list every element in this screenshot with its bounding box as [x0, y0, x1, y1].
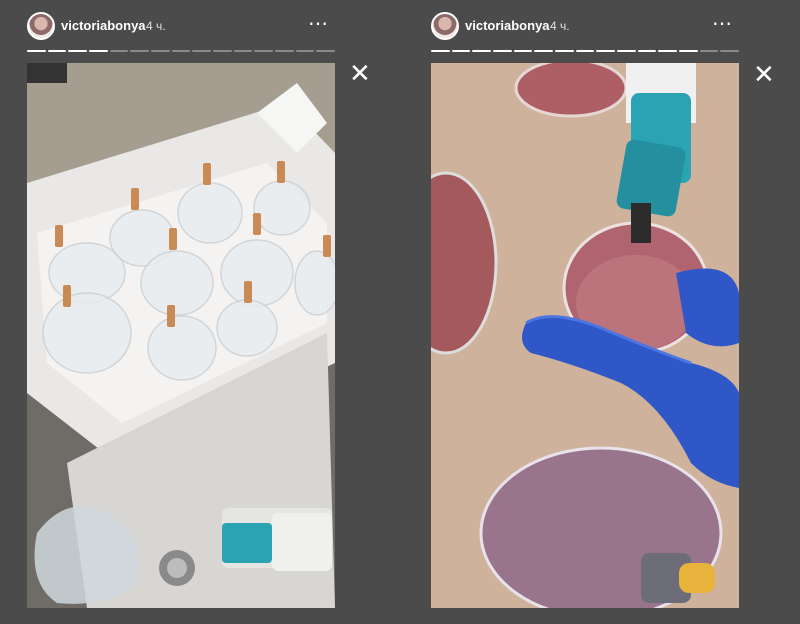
post-time: 4 ч.: [550, 19, 570, 33]
close-icon[interactable]: ✕: [753, 61, 775, 87]
story-progress-bar: [27, 50, 336, 52]
close-icon[interactable]: ✕: [349, 60, 371, 86]
cupping-cups-box-image: [27, 63, 335, 608]
post-time: 4 ч.: [146, 19, 166, 33]
story-media-photo[interactable]: [27, 63, 335, 608]
story-header: victoriabonya 4 ч. ⋯: [431, 12, 739, 42]
more-options-icon[interactable]: ⋯: [712, 14, 733, 34]
story-left: victoriabonya 4 ч. ⋯: [27, 0, 336, 624]
avatar[interactable]: [27, 12, 55, 40]
username[interactable]: victoriabonya: [61, 18, 146, 33]
story-progress-bar: [431, 50, 740, 52]
avatar[interactable]: [431, 12, 459, 40]
more-options-icon[interactable]: ⋯: [308, 14, 329, 34]
username[interactable]: victoriabonya: [465, 18, 550, 33]
story-media-photo[interactable]: [431, 63, 739, 608]
story-right: victoriabonya 4 ч. ⋯: [431, 0, 740, 624]
story-header: victoriabonya 4 ч. ⋯: [27, 12, 335, 42]
cupping-procedure-image: [431, 63, 739, 608]
